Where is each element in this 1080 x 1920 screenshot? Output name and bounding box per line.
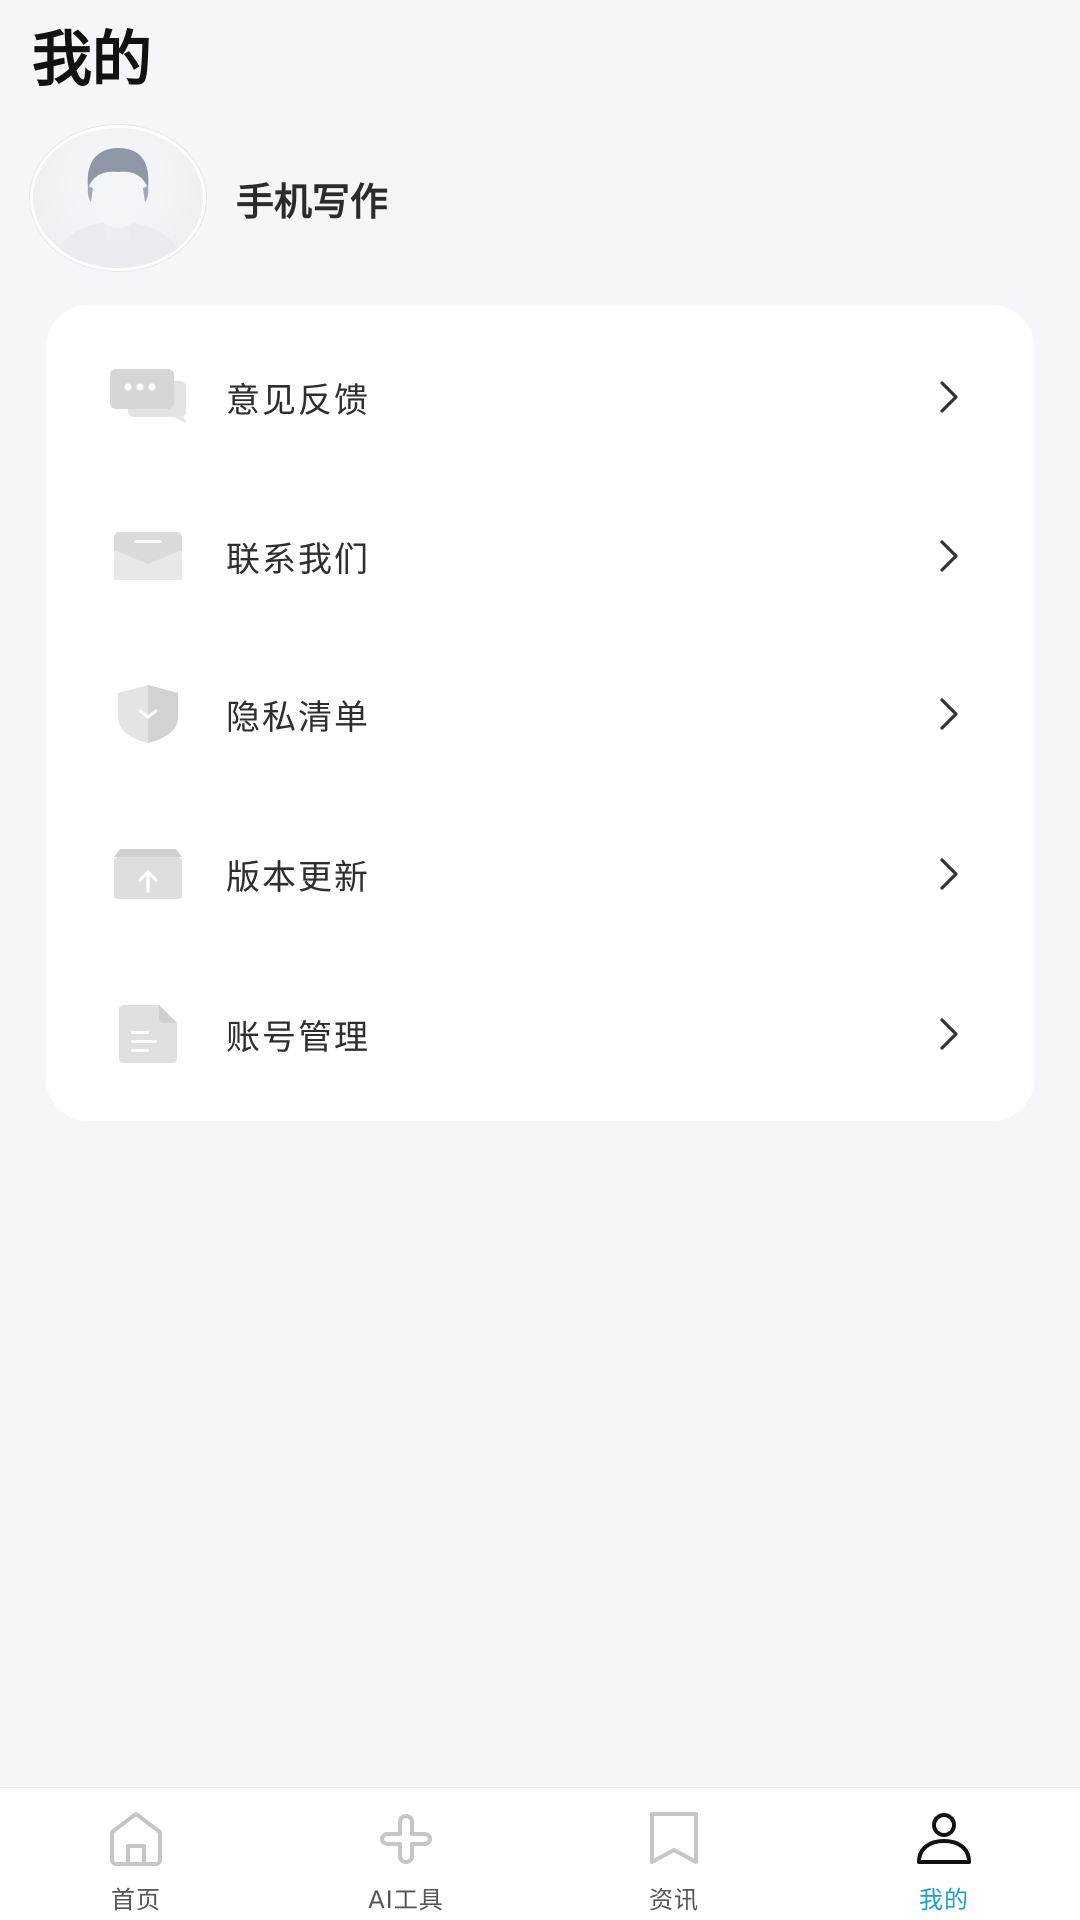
- menu-item-account[interactable]: 账号管理: [46, 979, 1034, 1089]
- bottom-tab-bar: 首页 AI工具 资讯 我的: [0, 1787, 1080, 1920]
- mail-icon: [108, 516, 188, 596]
- tab-ai-tools[interactable]: AI工具: [306, 1788, 506, 1920]
- tab-label: AI工具: [368, 1886, 444, 1914]
- menu-item-update[interactable]: 版本更新: [46, 819, 1034, 929]
- shield-icon: [108, 674, 188, 754]
- chevron-right-icon: [934, 536, 964, 576]
- tab-mine[interactable]: 我的: [844, 1788, 1044, 1920]
- menu-item-label: 意见反馈: [226, 380, 370, 421]
- chevron-right-icon: [934, 854, 964, 894]
- profile-section[interactable]: 手机写作: [30, 125, 389, 271]
- menu-item-label: 账号管理: [226, 1017, 370, 1058]
- menu-item-privacy[interactable]: 隐私清单: [46, 659, 1034, 769]
- default-avatar-icon[interactable]: [30, 125, 206, 271]
- menu-item-contact[interactable]: 联系我们: [46, 501, 1034, 611]
- username: 手机写作: [236, 179, 389, 224]
- document-icon: [108, 994, 188, 1074]
- tab-home[interactable]: 首页: [36, 1788, 236, 1920]
- feedback-icon: [108, 357, 188, 437]
- menu-item-label: 版本更新: [226, 857, 370, 898]
- tab-news[interactable]: 资讯: [574, 1788, 774, 1920]
- chevron-right-icon: [934, 694, 964, 734]
- chevron-right-icon: [934, 377, 964, 417]
- page-title: 我的: [32, 25, 152, 95]
- tab-label: 首页: [111, 1886, 161, 1914]
- menu-card: 意见反馈 联系我们 隐私清单 版本更新 账号管理: [46, 305, 1034, 1121]
- menu-item-label: 联系我们: [226, 539, 370, 580]
- news-icon: [640, 1808, 708, 1868]
- user-icon: [910, 1808, 978, 1868]
- tab-label: 我的: [919, 1886, 969, 1914]
- menu-item-feedback[interactable]: 意见反馈: [46, 342, 1034, 452]
- tools-icon: [372, 1808, 440, 1868]
- tab-label: 资讯: [649, 1886, 699, 1914]
- home-icon: [102, 1808, 170, 1868]
- menu-item-label: 隐私清单: [226, 697, 370, 738]
- chevron-right-icon: [934, 1014, 964, 1054]
- upload-box-icon: [108, 834, 188, 914]
